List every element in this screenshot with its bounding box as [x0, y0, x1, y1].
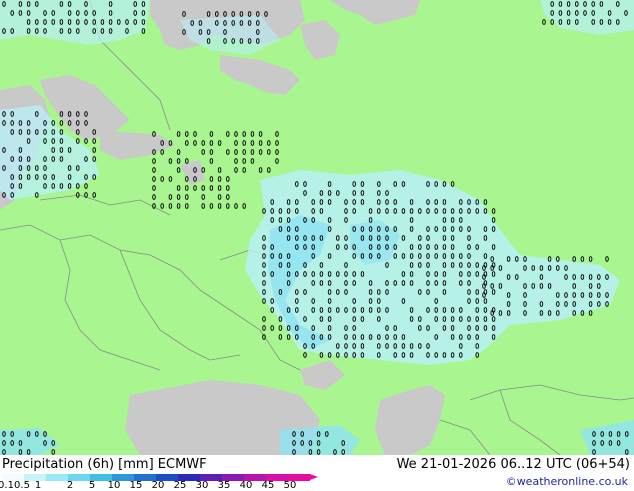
legend-label: 0.1 — [0, 480, 14, 491]
legend-label: 2 — [66, 480, 74, 491]
legend-label: 40 — [239, 480, 253, 491]
color-legend-labels: 0.1 0.5 1 2 5 10 15 20 25 30 35 40 45 50 — [0, 480, 330, 491]
valid-time: We 21-01-2026 06..12 UTC (06+54) — [396, 457, 630, 472]
map-footer: Precipitation (6h) [mm] ECMWF We 21-01-2… — [0, 455, 634, 491]
credit-link[interactable]: ©weatheronline.co.uk — [506, 475, 628, 488]
legend-label: 15 — [129, 480, 143, 491]
legend-label: 0.5 — [14, 480, 30, 491]
legend-label: 35 — [217, 480, 231, 491]
legend-label: 25 — [173, 480, 187, 491]
legend-label: 30 — [195, 480, 209, 491]
precipitation-map — [0, 0, 634, 455]
legend-label: 1 — [34, 480, 42, 491]
legend-label: 5 — [88, 480, 96, 491]
chart-title: Precipitation (6h) [mm] ECMWF — [2, 457, 207, 472]
legend-label: 10 — [107, 480, 121, 491]
legend-label: 20 — [151, 480, 165, 491]
legend-label: 45 — [261, 480, 275, 491]
legend-label: 50 — [283, 480, 297, 491]
